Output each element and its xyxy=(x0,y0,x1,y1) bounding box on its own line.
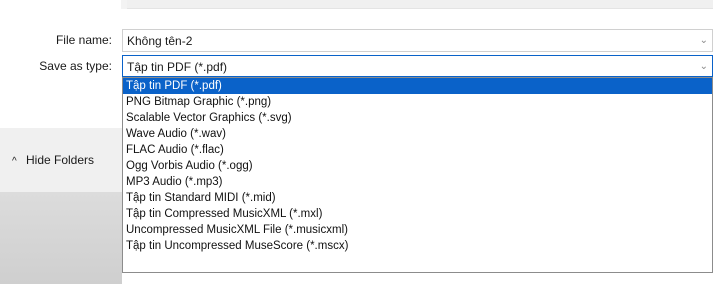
file-list-edge xyxy=(0,0,121,9)
dropdown-option[interactable]: FLAC Audio (*.flac) xyxy=(123,142,712,158)
dropdown-option[interactable]: PNG Bitmap Graphic (*.png) xyxy=(123,94,712,110)
dropdown-option[interactable]: Uncompressed MusicXML File (*.musicxml) xyxy=(123,222,712,238)
chevron-up-icon: ^ xyxy=(12,156,17,167)
save-as-type-label: Save as type: xyxy=(39,59,112,73)
file-name-value: Không tên-2 xyxy=(127,34,193,48)
dropdown-option[interactable]: MP3 Audio (*.mp3) xyxy=(123,174,712,190)
dropdown-option[interactable]: Tập tin PDF (*.pdf) xyxy=(123,78,712,94)
hide-folders-label: Hide Folders xyxy=(26,153,95,167)
footer-shade xyxy=(0,192,122,284)
dropdown-option[interactable]: Tập tin Uncompressed MuseScore (*.mscx) xyxy=(123,238,712,254)
file-list-area[interactable] xyxy=(127,0,713,9)
dropdown-option[interactable]: Tập tin Compressed MusicXML (*.mxl) xyxy=(123,206,712,222)
file-name-label: File name: xyxy=(55,33,112,47)
chevron-down-icon[interactable]: ⌄ xyxy=(700,61,708,72)
chevron-down-icon[interactable]: ⌄ xyxy=(700,35,708,46)
save-dialog: File name: Không tên-2 ⌄ Save as type: T… xyxy=(0,0,713,284)
save-as-type-value: Tập tin PDF (*.pdf) xyxy=(127,60,228,74)
save-as-type-select[interactable]: Tập tin PDF (*.pdf) ⌄ xyxy=(122,55,713,77)
bottom-left-panel xyxy=(0,128,122,284)
dropdown-option[interactable]: Scalable Vector Graphics (*.svg) xyxy=(123,110,712,126)
dropdown-option[interactable]: Ogg Vorbis Audio (*.ogg) xyxy=(123,158,712,174)
hide-folders-button[interactable]: ^ Hide Folders xyxy=(12,153,94,167)
dropdown-option[interactable]: Wave Audio (*.wav) xyxy=(123,126,712,142)
file-name-input[interactable]: Không tên-2 ⌄ xyxy=(122,29,713,52)
file-type-dropdown-list[interactable]: Tập tin PDF (*.pdf) PNG Bitmap Graphic (*… xyxy=(122,77,713,273)
dropdown-option[interactable]: Tập tin Standard MIDI (*.mid) xyxy=(123,190,712,206)
